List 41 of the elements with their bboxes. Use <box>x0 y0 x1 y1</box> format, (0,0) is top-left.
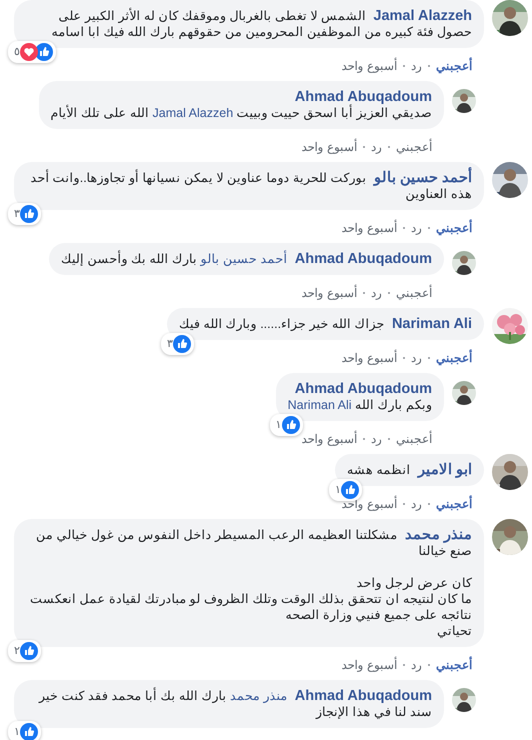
separator-dot <box>428 65 430 67</box>
separator-dot <box>403 65 405 67</box>
reply-link[interactable]: رد <box>371 286 382 300</box>
separator-dot <box>388 292 390 294</box>
reaction-count[interactable]: ١ <box>270 414 303 436</box>
reaction-count[interactable]: ٣ <box>8 203 41 225</box>
separator-dot <box>388 438 390 440</box>
timestamp[interactable]: أسبوع واحد <box>302 286 357 300</box>
reaction-count[interactable]: ٥ <box>8 41 56 63</box>
separator-dot <box>363 146 365 148</box>
like-link[interactable]: أعجبني <box>396 140 432 154</box>
separator-dot <box>388 146 390 148</box>
reaction-count[interactable]: ١ <box>8 721 41 740</box>
reply-link[interactable]: رد <box>371 140 382 154</box>
separator-dot <box>363 438 365 440</box>
author-name[interactable]: ابو الامير <box>418 462 472 478</box>
mention-link[interactable]: أحمد حسين بالو <box>200 252 288 266</box>
timestamp[interactable]: أسبوع واحد <box>302 140 357 154</box>
reaction-count[interactable]: ١ <box>329 479 362 501</box>
author-name[interactable]: Ahmad Abuqadoum <box>294 251 432 267</box>
separator-dot <box>403 357 405 359</box>
separator-dot <box>363 292 365 294</box>
author-name[interactable]: Ahmad Abuqadoum <box>292 381 432 397</box>
separator-dot <box>428 357 430 359</box>
author-name[interactable]: Jamal Alazzeh <box>373 8 472 24</box>
mention-link[interactable]: منذر محمد <box>230 689 288 703</box>
separator-dot <box>428 227 430 229</box>
author-name[interactable]: Nariman Ali <box>392 316 472 332</box>
reaction-count[interactable]: ٣ <box>160 333 194 355</box>
separator-dot <box>428 503 430 505</box>
author-name[interactable]: Ahmad Abuqadoum <box>294 688 432 704</box>
author-name[interactable]: Ahmad Abuqadoum <box>54 89 432 105</box>
separator-dot <box>428 664 430 666</box>
separator-dot <box>403 664 405 666</box>
mention-link[interactable]: Jamal Alazzeh <box>152 106 234 120</box>
author-name[interactable]: منذر محمد <box>404 527 472 543</box>
separator-dot <box>403 503 405 505</box>
reaction-count[interactable]: ٢ <box>8 640 41 662</box>
separator-dot <box>403 227 405 229</box>
mention-link[interactable]: Nariman Ali <box>288 398 352 412</box>
like-link[interactable]: أعجبني <box>396 286 432 300</box>
